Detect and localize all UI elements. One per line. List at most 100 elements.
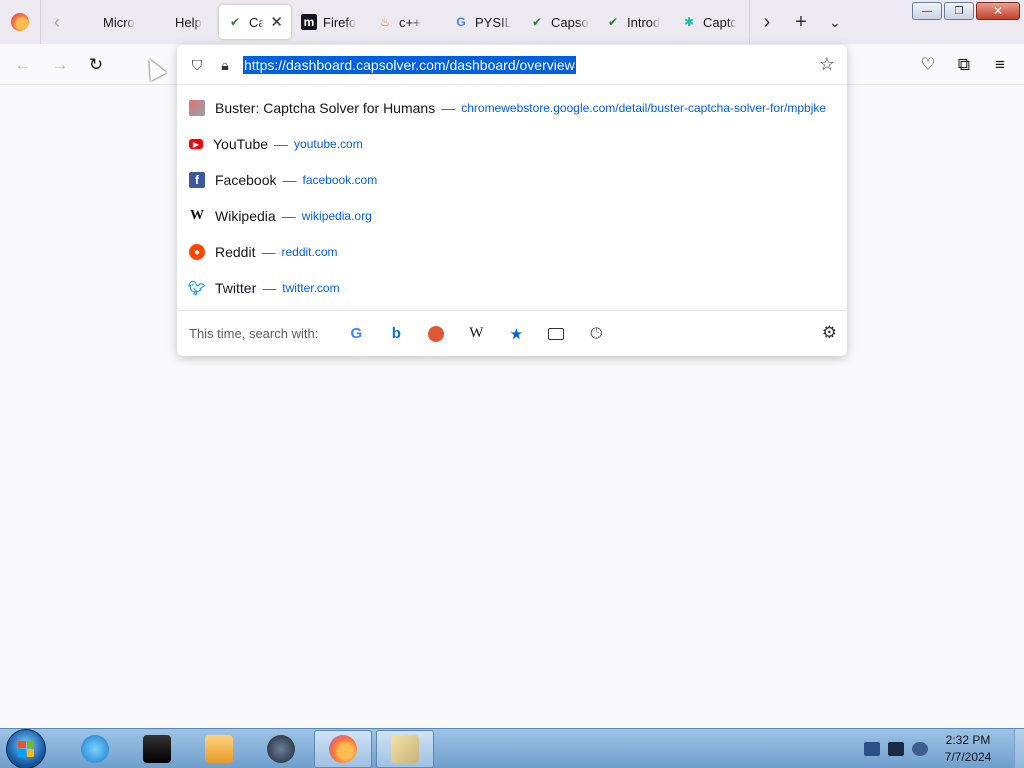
- duckduckgo-search-button[interactable]: [416, 319, 456, 349]
- search-with-label: This time, search with:: [189, 326, 319, 341]
- close-icon: ✕: [992, 4, 1004, 18]
- tabs-search-button[interactable]: [536, 319, 576, 349]
- tab-pysil[interactable]: G PYSIL: [445, 5, 521, 39]
- suggestion-row[interactable]: 🐦︎ Twitter — twitter.com: [177, 270, 847, 306]
- one-off-search-row: This time, search with: G b W ★ 🕒︎ ⚙: [177, 310, 847, 356]
- tab-introduction[interactable]: ✔ Introd: [597, 5, 673, 39]
- show-desktop-button[interactable]: [1014, 729, 1024, 768]
- history-search-button[interactable]: 🕒︎: [576, 319, 616, 349]
- suggestion-row[interactable]: f Facebook — facebook.com: [177, 162, 847, 198]
- tab-captcha[interactable]: ✱ Captc: [673, 5, 749, 39]
- chevron-down-icon: ⌄: [829, 13, 841, 30]
- wikipedia-icon: W: [469, 325, 484, 341]
- arrow-left-icon: ←: [14, 55, 32, 74]
- close-window-button[interactable]: ✕: [976, 2, 1020, 20]
- tab-label: Micro: [103, 14, 135, 30]
- google-search-button[interactable]: G: [336, 319, 376, 349]
- tab-cpp[interactable]: ♨ c++: [369, 5, 445, 39]
- windows-taskbar: 2:32 PM 7/7/2024: [0, 728, 1024, 768]
- suggestion-row[interactable]: ▶ YouTube — youtube.com: [177, 126, 847, 162]
- tab-help[interactable]: Help: [145, 5, 217, 39]
- volume-icon[interactable]: [912, 742, 928, 756]
- firefox-view-button[interactable]: [0, 0, 40, 44]
- internet-explorer-icon: [81, 734, 109, 763]
- suggestion-url: reddit.com: [281, 245, 338, 259]
- globe-icon: [267, 734, 295, 763]
- system-tray: 2:32 PM 7/7/2024: [864, 729, 1024, 768]
- back-button[interactable]: ←: [10, 52, 36, 78]
- tab-firefox[interactable]: m Firefo: [293, 5, 369, 39]
- tab-strip: ‹ Micro Help ✔ Ca ✕ m Firefo ♨ c++ G PYS…: [0, 0, 1024, 44]
- chevron-left-icon: ‹: [54, 11, 60, 32]
- tabs-scroll-left-button[interactable]: ‹: [41, 0, 73, 44]
- suggestion-row[interactable]: Buster: Captcha Solver for Humans — chro…: [177, 90, 847, 126]
- firefox-icon: [11, 13, 29, 31]
- minimize-button[interactable]: —: [912, 2, 942, 20]
- wikipedia-search-button[interactable]: W: [456, 319, 496, 349]
- tab-microsoft[interactable]: Micro: [73, 5, 145, 39]
- network-monitor-icon[interactable]: [888, 742, 904, 756]
- tab-capsolver[interactable]: ✔ Capso: [521, 5, 597, 39]
- tab-capsolver-active[interactable]: ✔ Ca ✕: [219, 5, 291, 39]
- buster-icon: [189, 100, 205, 116]
- tab-label: Help: [175, 14, 202, 30]
- taskbar-paint[interactable]: [376, 729, 434, 768]
- separator-dash: —: [282, 172, 297, 188]
- bing-search-button[interactable]: b: [376, 319, 416, 349]
- restore-button[interactable]: ❐: [944, 2, 974, 20]
- tab-label: c++: [399, 14, 421, 30]
- url-input[interactable]: https://dashboard.capsolver.com/dashboar…: [243, 56, 576, 74]
- suggestion-title: YouTube: [213, 136, 269, 152]
- taskbar-clock[interactable]: 2:32 PM 7/7/2024: [936, 732, 1000, 766]
- bookmarks-search-button[interactable]: ★: [496, 319, 536, 349]
- suggestion-row[interactable]: W Wikipedia — wikipedia.org: [177, 198, 847, 234]
- google-icon: G: [456, 15, 466, 29]
- capsolver-icon: ✔: [607, 15, 619, 29]
- puzzle-icon: ✱: [683, 15, 695, 29]
- extensions-button[interactable]: ⧉: [951, 52, 977, 78]
- taskbar-media-player[interactable]: [190, 730, 248, 768]
- duckduckgo-icon: [428, 325, 445, 342]
- taskbar-internet-explorer[interactable]: [66, 730, 124, 768]
- taskbar-terminal[interactable]: [128, 730, 186, 768]
- start-button[interactable]: [6, 728, 46, 768]
- separator-dash: —: [262, 280, 277, 296]
- firefox-icon: [329, 734, 357, 763]
- app-menu-button[interactable]: ≡: [987, 52, 1013, 78]
- taskbar-globe-app[interactable]: [252, 730, 310, 768]
- suggestion-title: Twitter: [215, 280, 257, 296]
- suggestion-title: Reddit: [215, 244, 256, 260]
- security-shield-icon[interactable]: [864, 742, 880, 756]
- separator-dash: —: [261, 244, 276, 260]
- media-player-icon: [205, 734, 233, 763]
- bing-icon: b: [391, 325, 401, 342]
- close-tab-icon[interactable]: ✕: [270, 13, 283, 31]
- reload-button[interactable]: ↻: [83, 52, 109, 78]
- bookmarks-star-icon: ★: [509, 325, 524, 343]
- list-all-tabs-button[interactable]: ⌄: [818, 0, 852, 44]
- separator-dash: —: [281, 208, 296, 224]
- tab-label: Introd: [627, 14, 661, 30]
- new-tab-button[interactable]: +: [784, 0, 818, 44]
- bookmark-star-icon[interactable]: ☆: [819, 54, 835, 75]
- lock-icon[interactable]: 🔒︎: [215, 55, 235, 75]
- urlbar[interactable]: ⛉ 🔒︎ https://dashboard.capsolver.com/das…: [177, 45, 847, 85]
- pocket-button[interactable]: ♡: [915, 52, 941, 78]
- forward-button[interactable]: →: [47, 52, 73, 78]
- tracking-protection-shield-icon[interactable]: ⛉: [187, 55, 207, 75]
- search-settings-gear-icon[interactable]: ⚙: [822, 323, 837, 343]
- capsolver-icon: ✔: [531, 15, 543, 29]
- suggestion-title: Wikipedia: [215, 208, 276, 224]
- puzzle-piece-icon: ⧉: [957, 55, 971, 74]
- pocket-icon: ♡: [920, 55, 936, 74]
- google-icon: G: [350, 325, 363, 342]
- taskbar-firefox[interactable]: [314, 729, 372, 768]
- tab-label: Firefo: [323, 14, 357, 30]
- terminal-icon: [143, 734, 171, 763]
- tabs-scroll-right-button[interactable]: ›: [750, 0, 784, 44]
- plus-icon: +: [795, 10, 807, 33]
- cpp-icon: ♨: [379, 15, 391, 29]
- tabs-icon: [548, 327, 565, 340]
- suggestion-row[interactable]: ● Reddit — reddit.com: [177, 234, 847, 270]
- separator-dash: —: [441, 100, 456, 116]
